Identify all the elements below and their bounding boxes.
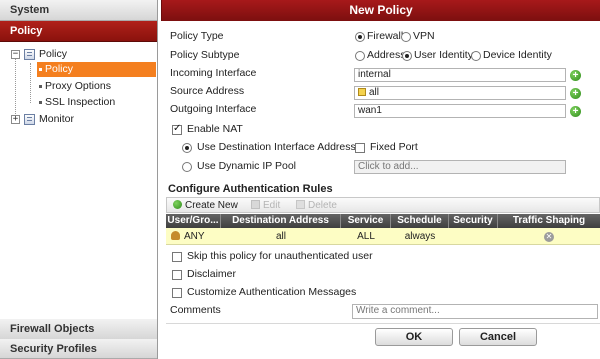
policy-subtype-label: Policy Subtype — [170, 49, 240, 61]
new-policy-dialog: New Policy Policy Type Firewall VPN Poli… — [161, 0, 600, 359]
customize-auth-messages-checkbox[interactable] — [172, 288, 182, 298]
add-incoming-interface-icon[interactable]: + — [570, 70, 581, 81]
add-outgoing-interface-icon[interactable]: + — [570, 106, 581, 117]
skip-policy-label[interactable]: Skip this policy for unauthenticated use… — [187, 250, 373, 262]
bullet-icon — [39, 101, 42, 104]
sidebar-section-firewall-objects[interactable]: Firewall Objects — [0, 319, 157, 340]
subtype-device-identity-label[interactable]: Device Identity — [483, 49, 552, 61]
subtype-device-identity-radio[interactable] — [471, 51, 481, 61]
auth-rules-table-header: User/Gro... Destination Address Service … — [166, 214, 600, 228]
column-service[interactable]: Service — [341, 214, 391, 228]
create-new-label: Create New — [185, 200, 238, 211]
incoming-interface-label: Incoming Interface — [170, 67, 257, 79]
dynamic-ip-pool-label[interactable]: Use Dynamic IP Pool — [197, 160, 296, 172]
tree-item-label: Monitor — [39, 113, 75, 125]
policy-folder-icon — [24, 49, 35, 60]
tree-item-monitor[interactable]: + Monitor — [0, 112, 157, 127]
delete-label: Delete — [308, 200, 337, 211]
footer-divider — [166, 323, 600, 324]
fixed-port-label[interactable]: Fixed Port — [370, 141, 418, 153]
cell-traffic-shaping: ✕ — [498, 228, 600, 245]
cell-schedule: always — [404, 231, 436, 242]
incoming-interface-select[interactable]: internal — [354, 68, 566, 82]
policy-type-vpn-label[interactable]: VPN — [413, 30, 435, 42]
subtype-user-identity-label[interactable]: User Identity — [414, 49, 473, 61]
edit-label: Edit — [263, 200, 281, 211]
nat-destination-interface-label[interactable]: Use Destination Interface Address — [197, 141, 356, 153]
source-address-value: all — [369, 87, 380, 98]
comments-label: Comments — [170, 304, 221, 316]
outgoing-interface-label: Outgoing Interface — [170, 103, 257, 115]
subtype-user-identity-radio[interactable] — [402, 51, 412, 61]
tree-item-label: SSL Inspection — [45, 96, 116, 108]
navigation-sidebar: System Policy − Policy Policy Proxy Opti… — [0, 0, 158, 359]
edit-icon — [251, 200, 260, 209]
edit-button[interactable]: Edit — [251, 199, 280, 212]
cell-service: ALL — [357, 231, 375, 242]
bullet-icon — [39, 68, 42, 71]
dialog-title: New Policy — [161, 0, 600, 21]
tree-item-policy-group[interactable]: − Policy — [0, 47, 157, 62]
cell-user: ANY — [166, 228, 221, 245]
cell-destination: all — [275, 231, 286, 242]
cell-user-value: ANY — [184, 231, 205, 242]
policy-type-label: Policy Type — [170, 30, 224, 42]
policy-type-vpn-radio[interactable] — [401, 32, 411, 42]
tree-item-ssl-inspection[interactable]: SSL Inspection — [37, 95, 156, 110]
subtype-address-radio[interactable] — [355, 51, 365, 61]
sidebar-section-system[interactable]: System — [0, 0, 157, 21]
ok-button[interactable]: OK — [375, 328, 453, 346]
tree-item-label: Policy — [45, 63, 74, 75]
auth-rules-toolbar: Create New Edit Delete — [166, 197, 600, 213]
bullet-icon — [39, 85, 42, 88]
tree-connector — [30, 63, 31, 103]
skip-policy-checkbox[interactable] — [172, 252, 182, 262]
address-object-icon — [358, 88, 366, 96]
disclaimer-checkbox[interactable] — [172, 270, 182, 280]
column-schedule[interactable]: Schedule — [391, 214, 449, 228]
auth-rules-title: Configure Authentication Rules — [168, 183, 333, 195]
nat-destination-interface-radio[interactable] — [182, 143, 192, 153]
column-destination-address[interactable]: Destination Address — [221, 214, 341, 228]
column-user-group[interactable]: User/Gro... — [166, 214, 221, 228]
source-address-field[interactable]: all — [354, 86, 566, 100]
column-security[interactable]: Security — [449, 214, 498, 228]
column-traffic-shaping[interactable]: Traffic Shaping — [498, 214, 600, 228]
disclaimer-label[interactable]: Disclaimer — [187, 268, 236, 280]
sidebar-section-policy[interactable]: Policy — [0, 21, 157, 42]
sidebar-section-security-profiles[interactable]: Security Profiles — [0, 339, 157, 359]
enable-nat-checkbox[interactable] — [172, 123, 182, 135]
fixed-port-checkbox[interactable] — [355, 143, 365, 153]
tree-item-proxy-options[interactable]: Proxy Options — [37, 79, 156, 94]
delete-button[interactable]: Delete — [296, 199, 337, 212]
user-group-icon — [171, 231, 180, 240]
expand-icon[interactable]: + — [11, 115, 20, 124]
monitor-folder-icon — [24, 114, 35, 125]
subtype-address-label[interactable]: Address — [367, 49, 406, 61]
create-new-button[interactable]: Create New — [173, 199, 238, 212]
add-source-address-icon[interactable]: + — [570, 88, 581, 99]
comments-textarea[interactable]: Write a comment... — [352, 304, 598, 319]
policy-type-firewall-label[interactable]: Firewall — [367, 30, 403, 42]
source-address-label: Source Address — [170, 85, 245, 97]
dynamic-ip-pool-field[interactable]: Click to add... — [354, 160, 566, 174]
table-row[interactable]: ANY all ALL always ✕ — [166, 228, 600, 245]
collapse-icon[interactable]: − — [11, 50, 20, 59]
create-new-icon — [173, 200, 182, 209]
tree-item-policy[interactable]: Policy — [37, 62, 156, 77]
customize-auth-messages-label[interactable]: Customize Authentication Messages — [187, 286, 356, 298]
dynamic-ip-pool-radio[interactable] — [182, 162, 192, 172]
delete-icon — [296, 200, 305, 209]
tree-connector — [15, 53, 16, 120]
policy-type-firewall-radio[interactable] — [355, 32, 365, 42]
cancel-button[interactable]: Cancel — [459, 328, 537, 346]
cell-security — [449, 228, 498, 245]
outgoing-interface-select[interactable]: wan1 — [354, 104, 566, 118]
tree-item-label: Policy — [39, 48, 68, 60]
tree-item-label: Proxy Options — [45, 80, 111, 92]
enable-nat-label[interactable]: Enable NAT — [187, 123, 243, 135]
disabled-icon: ✕ — [544, 232, 554, 242]
